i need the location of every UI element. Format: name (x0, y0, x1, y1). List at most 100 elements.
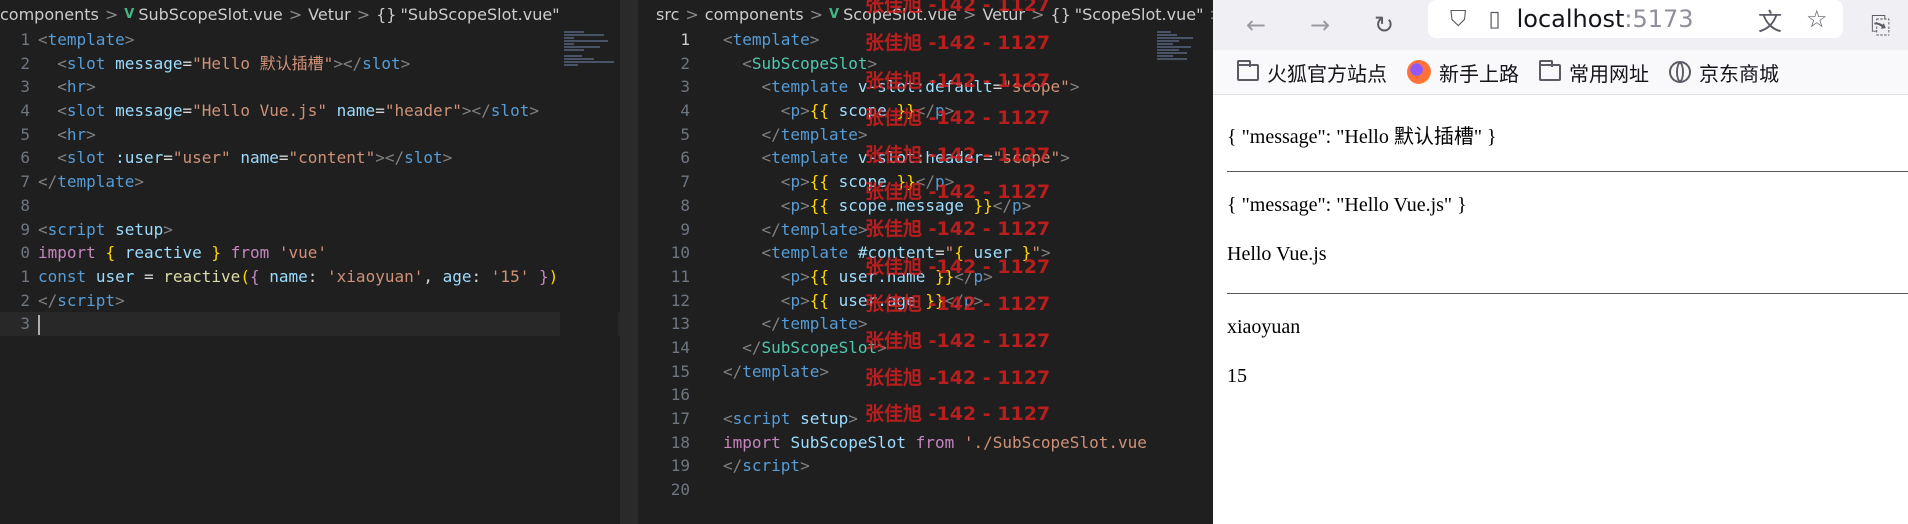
breadcrumb-item[interactable]: SubScopeSlot.vue (138, 5, 282, 24)
code-line[interactable]: 17 <script setup> (638, 407, 1213, 431)
code-line[interactable]: 3 (0, 312, 638, 336)
translate-icon[interactable]: 文 (1758, 2, 1782, 37)
code-line[interactable]: 18 import SubScopeSlot from './SubScopeSl… (638, 431, 1213, 455)
code-line[interactable]: 1 const user = reactive({ name: 'xiaoyuan… (0, 265, 638, 289)
breadcrumb-item[interactable]: "ScopeSlot.vue" (1075, 5, 1204, 24)
code-line[interactable]: 19 </script> (638, 454, 1213, 478)
code-line[interactable]: 9 <script setup> (0, 218, 638, 242)
code-line[interactable]: 7 </template> (0, 170, 638, 194)
header-slot-scope: { "message": "Hello Vue.js" } (1227, 194, 1467, 216)
code-token: p (934, 101, 945, 121)
code-text: <hr> (38, 75, 96, 99)
shield-icon[interactable]: ⛉ (1450, 7, 1467, 32)
code-line[interactable]: 5 <hr> (0, 123, 638, 147)
bookmark-item[interactable]: 新手上路 (1407, 58, 1519, 87)
code-token: > (86, 124, 96, 144)
code-line[interactable]: 20 (638, 478, 1213, 502)
code-text: <hr> (38, 123, 96, 147)
bookmark-item[interactable]: 常用网址 (1539, 58, 1649, 87)
page-icon[interactable]: ▯ (1489, 7, 1501, 32)
line-number: 19 (670, 456, 690, 476)
code-area[interactable]: 1 <template> 2 <SubScopeSlot> 3 <template v… (638, 28, 1213, 502)
breadcrumb-item[interactable]: Vetur (308, 5, 351, 24)
forward-arrow-icon[interactable]: → (1303, 8, 1337, 42)
code-line[interactable]: 5 </template> (638, 123, 1213, 147)
code-token: from (915, 432, 955, 452)
code-token: } (211, 243, 222, 263)
bookmark-item[interactable]: 京东商城 (1669, 58, 1779, 87)
code-token: script (47, 219, 106, 239)
bookmark-item[interactable]: 火狐官方站点 (1237, 58, 1387, 87)
code-text: <template> (38, 28, 134, 52)
code-token: }} (896, 172, 916, 192)
editor-splitter[interactable] (620, 0, 638, 524)
code-token: > (983, 266, 993, 286)
breadcrumb-item[interactable]: components (0, 5, 99, 24)
code-line[interactable]: 4 <slot message="Hello Vue.js" name="hea… (0, 99, 638, 123)
minimap[interactable] (560, 28, 618, 524)
code-line[interactable]: 6 <slot :user="user" name="content"></sl… (0, 146, 638, 170)
minimap[interactable] (1153, 28, 1211, 524)
code-line[interactable]: 6 <template v-slot:header="scope"> (638, 146, 1213, 170)
code-line[interactable]: 0 import { reactive } from 'vue' (0, 241, 638, 265)
code-line[interactable]: 8 (0, 194, 638, 218)
extensions-icon[interactable]: ⎘ (1871, 8, 1890, 42)
code-line[interactable]: 2 <slot message="Hello 默认插槽"></slot> (0, 52, 638, 76)
breadcrumb-item[interactable]: ScopeSlot.vue (843, 5, 957, 24)
code-token: = (992, 77, 1003, 97)
code-line[interactable]: 3 <hr> (0, 75, 638, 99)
code-line[interactable]: 10 <template #content="{ user }"> (638, 241, 1213, 265)
code-token: < (780, 290, 791, 310)
code-token: > (800, 266, 810, 286)
code-text: <template #content="{ user }"> (723, 241, 1051, 265)
chevron-right-icon: > (685, 4, 699, 24)
code-token: {{ (809, 195, 829, 215)
breadcrumb-item[interactable]: Vetur (982, 5, 1025, 24)
breadcrumb-item[interactable]: "SubScopeSlot.vue" (400, 5, 559, 24)
code-text: </template> (723, 312, 868, 336)
code-token: import (723, 432, 781, 452)
code-token: > (1060, 148, 1070, 168)
code-line[interactable]: 2 <SubScopeSlot> (638, 52, 1213, 76)
code-line[interactable]: 1 <template> (638, 28, 1213, 52)
code-token: "user" (172, 148, 231, 168)
reload-icon[interactable]: ↻ (1367, 8, 1401, 42)
code-line[interactable]: 4 <p>{{ scope }}</p> (638, 99, 1213, 123)
code-line[interactable]: 2 </script> (0, 289, 638, 313)
code-token: = (182, 101, 193, 121)
line-number: 9 (680, 219, 690, 239)
code-line[interactable]: 15 </template> (638, 360, 1213, 384)
address-bar[interactable]: ⛉ ▯ localhost:5173 文 ☆ (1428, 0, 1843, 38)
code-token: < (57, 101, 67, 121)
star-icon[interactable]: ☆ (1806, 5, 1828, 33)
code-line[interactable]: 16 (638, 383, 1213, 407)
back-arrow-icon[interactable]: ← (1239, 8, 1273, 42)
globe-icon (1669, 61, 1691, 83)
code-line[interactable]: 1 <template> (0, 28, 638, 52)
code-line[interactable]: 13 </template> (638, 312, 1213, 336)
code-line[interactable]: 9 </template> (638, 218, 1213, 242)
code-line[interactable]: 12 <p>{{ user.age }}</p> (638, 289, 1213, 313)
code-line[interactable]: 11 <p>{{ user.name }}</p> (638, 265, 1213, 289)
code-line[interactable]: 3 <template v-slot:default="scope"> (638, 75, 1213, 99)
left-editor-pane[interactable]: components > V SubScopeSlot.vue > Vetur … (0, 0, 638, 524)
code-line[interactable]: 7 <p>{{ scope }}</p> (638, 170, 1213, 194)
code-line[interactable]: 8 <p>{{ scope.message }}</p> (638, 194, 1213, 218)
code-area[interactable]: 1 <template> 2 <slot message="Hello 默认插槽">… (0, 28, 638, 336)
code-line[interactable]: 14 </SubScopeSlot> (638, 336, 1213, 360)
line-number: 8 (680, 195, 690, 215)
right-editor-pane[interactable]: src > components > V ScopeSlot.vue > Vet… (638, 0, 1213, 524)
breadcrumb-item[interactable]: components (705, 5, 804, 24)
breadcrumb-item[interactable]: src (656, 5, 679, 24)
line-number: 7 (680, 172, 690, 192)
